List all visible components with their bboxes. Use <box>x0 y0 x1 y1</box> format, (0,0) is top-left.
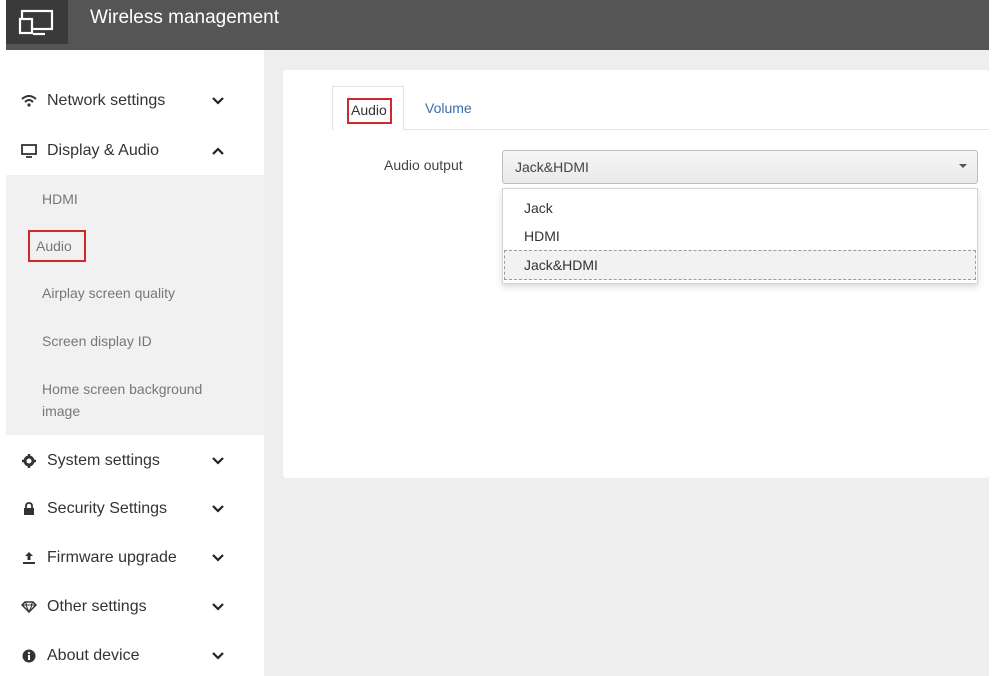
chevron-down-icon <box>210 93 226 109</box>
app-header: Wireless management <box>6 0 989 50</box>
sidebar-item-label: About device <box>47 646 140 664</box>
sidebar-item-security-settings[interactable]: Security Settings <box>6 484 264 533</box>
sidebar-item-display-audio[interactable]: Display & Audio <box>6 126 264 175</box>
sidebar-item-label: Firmware upgrade <box>47 548 177 566</box>
option-hdmi[interactable]: HDMI <box>524 228 560 244</box>
app-title: Wireless management <box>90 7 280 28</box>
logo-icon <box>6 0 68 44</box>
submenu-item-home-screen-background[interactable]: Home screen background image <box>42 378 232 422</box>
sidebar-item-label: System settings <box>47 451 160 469</box>
tab-bar: Audio Volume <box>332 86 989 131</box>
chevron-down-icon <box>210 550 226 566</box>
sidebar-item-network-settings[interactable]: Network settings <box>6 76 264 125</box>
sidebar-item-label: Other settings <box>47 597 147 615</box>
audio-output-selected-value: Jack&HDMI <box>515 159 589 175</box>
sidebar-item-label: Network settings <box>47 91 166 109</box>
sidebar-item-label: Display & Audio <box>47 141 160 159</box>
submenu-item-audio[interactable]: Audio <box>28 230 86 262</box>
submenu-item-screen-display-id[interactable]: Screen display ID <box>42 330 152 352</box>
monitor-icon <box>20 142 38 160</box>
diamond-icon <box>20 598 38 616</box>
option-jack-hdmi[interactable]: Jack&HDMI <box>524 257 598 273</box>
upload-icon <box>20 549 38 567</box>
audio-output-select[interactable]: Jack&HDMI <box>502 150 978 184</box>
tab-volume[interactable]: Volume <box>425 100 472 116</box>
sidebar-item-firmware-upgrade[interactable]: Firmware upgrade <box>6 533 264 582</box>
sidebar-item-label: Security Settings <box>47 499 168 517</box>
wifi-icon <box>20 92 38 110</box>
sidebar-item-other-settings[interactable]: Other settings <box>6 582 264 631</box>
audio-output-label: Audio output <box>384 157 463 173</box>
gear-icon <box>20 452 38 470</box>
chevron-down-icon <box>210 599 226 615</box>
sidebar: Network settings Display & Audio HDMI Au… <box>6 50 264 676</box>
tab-audio-label: Audio <box>347 98 392 124</box>
display-audio-submenu: HDMI Audio Airplay screen quality Screen… <box>6 175 264 435</box>
caret-down-icon <box>959 164 967 168</box>
lock-icon <box>20 500 38 518</box>
info-icon <box>20 647 38 665</box>
submenu-item-hdmi[interactable]: HDMI <box>42 188 78 210</box>
sidebar-item-system-settings[interactable]: System settings <box>6 436 264 485</box>
option-jack[interactable]: Jack <box>524 200 553 216</box>
tab-audio[interactable]: Audio <box>332 86 404 131</box>
chevron-down-icon <box>210 453 226 469</box>
chevron-down-icon <box>210 648 226 664</box>
chevron-up-icon <box>210 143 226 159</box>
chevron-down-icon <box>210 501 226 517</box>
sidebar-item-about-device[interactable]: About device <box>6 631 264 676</box>
audio-output-dropdown: Jack HDMI Jack&HDMI <box>502 188 978 284</box>
submenu-item-airplay-screen-quality[interactable]: Airplay screen quality <box>42 282 175 304</box>
